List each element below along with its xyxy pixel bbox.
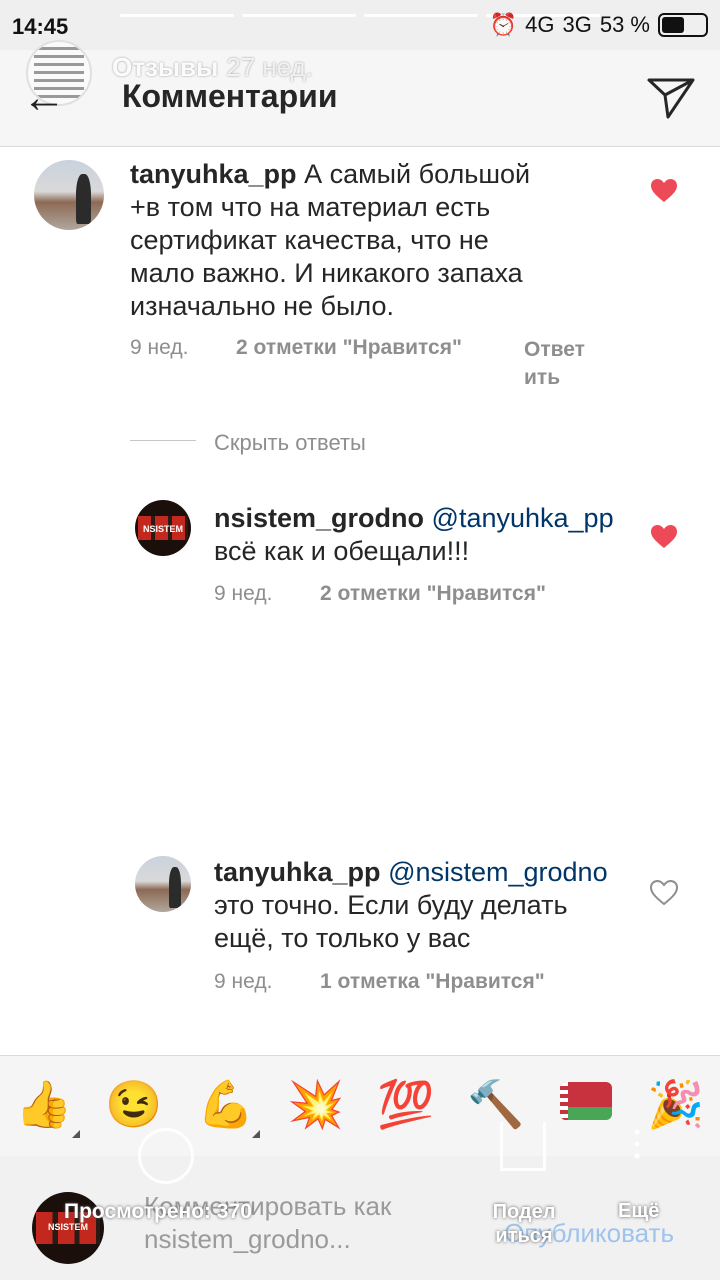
emoji-party-popper[interactable]: 🎉 [646, 1076, 706, 1132]
emoji-flag-belarus-icon[interactable] [560, 1082, 612, 1120]
status-indicators: ⏰ 4G 3G 53 % [490, 12, 708, 38]
comment-body: это точно. Если буду делать ещё, то толь… [214, 890, 568, 953]
network-3g: 3G [562, 12, 592, 37]
comment-mention[interactable]: @nsistem_grodno [388, 857, 608, 887]
hide-replies-button[interactable]: Скрыть ответы [214, 430, 366, 456]
skin-tone-indicator [252, 1130, 260, 1138]
divider [130, 440, 196, 441]
emoji-quick-bar: 👍 😉 💪 💥 💯 🔨 🎉 [0, 1055, 720, 1156]
battery-icon [658, 13, 708, 37]
comment-username[interactable]: nsistem_grodno [214, 503, 424, 533]
network-4g: 4G [525, 12, 555, 37]
comment-text: nsistem_grodno @tanyuhka_pp всё как и об… [214, 502, 614, 568]
comment-time: 9 нед. [130, 336, 189, 359]
more-dots-icon [634, 1126, 640, 1162]
comment-meta: 9 нед. 1 отметка "Нравится" [214, 970, 545, 994]
comments-header: ← Отзывы 27 нед. Комментарии [0, 40, 720, 147]
emoji-collision[interactable]: 💥 [286, 1076, 346, 1132]
story-more-button[interactable]: Ещё [618, 1200, 659, 1223]
story-share-button[interactable]: Поделиться [488, 1200, 560, 1248]
comment-meta: 9 нед. 2 отметки "Нравится" [214, 582, 546, 606]
emoji-thumbs-up[interactable]: 👍 [14, 1076, 74, 1132]
page-title: Комментарии [122, 78, 338, 114]
emoji-muscle[interactable]: 💪 [196, 1076, 256, 1132]
comment-mention[interactable]: @tanyuhka_pp [432, 503, 614, 533]
comment-text: tanyuhka_pp @nsistem_grodno это точно. Е… [214, 856, 614, 955]
heart-outline-icon[interactable] [650, 880, 678, 906]
comment-composer: Комментировать как nsistem_grodno... Опу… [0, 1122, 720, 1280]
skin-tone-indicator [72, 1130, 80, 1138]
avatar[interactable] [135, 856, 191, 912]
battery-percent: 53 % [599, 12, 650, 37]
comment-username[interactable]: tanyuhka_pp [214, 857, 381, 887]
comment-meta: 9 нед. 2 отметки "Нравится" Ответить [130, 336, 596, 392]
share-icon [500, 1122, 546, 1171]
comment-username[interactable]: tanyuhka_pp [130, 159, 297, 189]
story-views-count[interactable]: Просмотрено: 370 [64, 1200, 252, 1224]
comment-text: tanyuhka_pp А самый большой +в том что н… [130, 158, 550, 323]
direct-send-icon[interactable] [646, 76, 696, 120]
comment-time: 9 нед. [214, 970, 273, 993]
comment-likes[interactable]: 2 отметки "Нравится" [320, 582, 546, 606]
avatar[interactable] [135, 500, 191, 556]
heart-icon[interactable] [650, 524, 678, 550]
heart-icon[interactable] [650, 178, 678, 204]
emoji-wink[interactable]: 😉 [104, 1076, 164, 1132]
avatar[interactable] [34, 160, 104, 230]
comment-likes[interactable]: 2 отметки "Нравится" [236, 336, 524, 392]
comment-time: 9 нед. [214, 582, 273, 605]
alarm-icon: ⏰ [489, 12, 518, 37]
views-eye-icon [138, 1128, 194, 1184]
comment-body: всё как и обещали!!! [214, 536, 470, 566]
reply-button[interactable]: Ответить [524, 336, 596, 392]
status-bar: 14:45 ⏰ 4G 3G 53 % [0, 0, 720, 50]
comment-likes[interactable]: 1 отметка "Нравится" [320, 970, 545, 994]
comment-input-placeholder-line2: nsistem_grodno... [144, 1224, 351, 1254]
status-time: 14:45 [12, 14, 69, 39]
back-arrow-icon[interactable]: ← [22, 76, 66, 120]
emoji-hundred[interactable]: 💯 [376, 1076, 436, 1132]
